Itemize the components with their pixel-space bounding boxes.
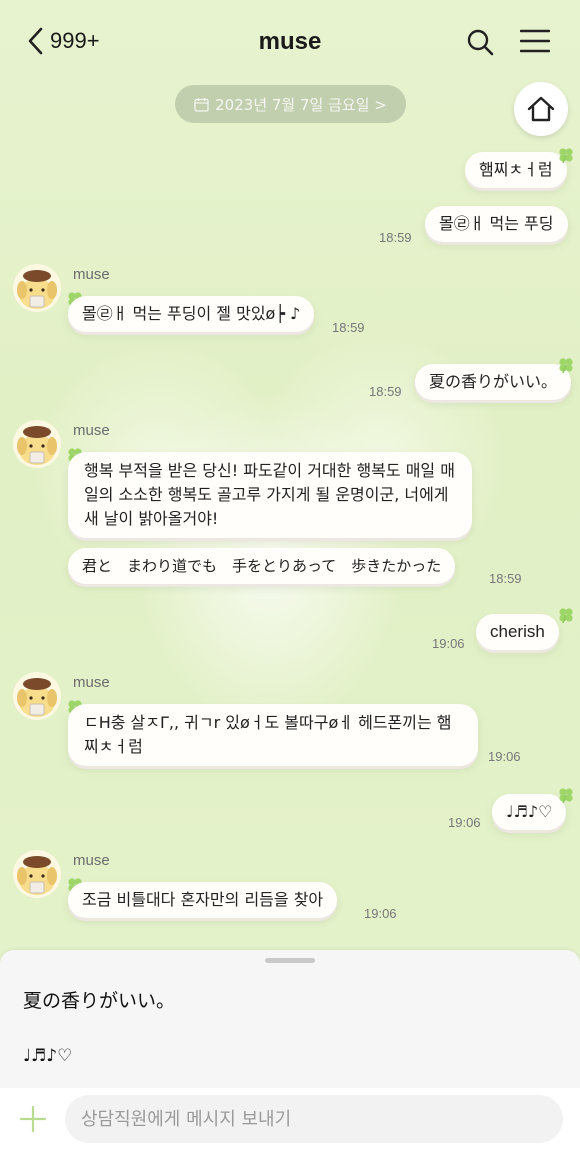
search-icon[interactable] — [466, 28, 494, 56]
message-bubble-outgoing[interactable]: 夏の香りがいい。 — [415, 364, 572, 400]
clover-icon — [559, 608, 573, 624]
sender-name: muse — [73, 674, 110, 691]
date-label: 2023년 7월 7일 금요일 > — [215, 95, 387, 114]
home-icon — [527, 96, 555, 122]
message-time: 18:59 — [379, 230, 412, 245]
date-divider[interactable]: 2023년 7월 7일 금요일 > — [175, 85, 406, 123]
message-bubble-incoming[interactable]: ㄷH충 살ㅈΓ,, 귀ㄱr 있øㅓ도 볼따구øㅔ 헤드폰끼는 햄찌ㅊㅓ럼 — [68, 704, 478, 766]
avatar[interactable] — [13, 264, 61, 312]
plus-icon[interactable] — [20, 1106, 46, 1132]
drag-handle[interactable] — [265, 958, 315, 963]
message-bubble-outgoing[interactable]: 몰㉣ㅐ 먹는 푸딩 — [425, 206, 568, 242]
avatar[interactable] — [13, 850, 61, 898]
sender-name: muse — [73, 852, 110, 869]
sender-name: muse — [73, 266, 110, 283]
message-bubble-outgoing[interactable]: 햄찌ㅊㅓ럼 — [465, 152, 567, 188]
chat-header: 999+ muse — [0, 0, 580, 82]
message-bubble-incoming[interactable]: 행복 부적을 받은 당신! 파도같이 거대한 행복도 매일 매일의 소소한 행복… — [68, 452, 472, 538]
message-bubble-outgoing[interactable]: cherish — [476, 614, 559, 650]
message-time: 18:59 — [332, 320, 365, 335]
message-bubble-incoming[interactable]: 조금 비틀대다 혼자만의 리듬을 찾아 — [68, 882, 338, 918]
clover-icon — [559, 148, 573, 164]
message-bubble-outgoing[interactable]: ♩♬♪♡ — [492, 794, 567, 830]
message-time: 19:06 — [364, 906, 397, 921]
sender-name: muse — [73, 422, 110, 439]
pudding-dog-avatar-icon — [13, 672, 61, 720]
preview-line: ♩♬♪♡ — [23, 1046, 73, 1066]
calendar-icon — [194, 97, 209, 112]
message-input[interactable] — [65, 1095, 563, 1143]
pudding-dog-avatar-icon — [13, 420, 61, 468]
home-button[interactable] — [514, 82, 568, 136]
message-time: 19:06 — [488, 749, 521, 764]
avatar[interactable] — [13, 420, 61, 468]
menu-icon[interactable] — [520, 29, 550, 53]
message-time: 19:06 — [448, 815, 481, 830]
clover-icon — [559, 358, 573, 374]
message-time: 18:59 — [369, 384, 402, 399]
message-bubble-incoming[interactable]: 君と まわり道でも 手をとりあって 歩きたかった — [68, 548, 456, 584]
preview-line: 夏の香りがいい。 — [23, 990, 176, 1012]
message-time: 18:59 — [489, 571, 522, 586]
message-bubble-incoming[interactable]: 몰㉣ㅐ 먹는 푸딩이 젤 맛있ø┝ ♪ — [68, 296, 315, 332]
avatar[interactable] — [13, 672, 61, 720]
pudding-dog-avatar-icon — [13, 850, 61, 898]
message-time: 19:06 — [432, 636, 465, 651]
pudding-dog-avatar-icon — [13, 264, 61, 312]
clover-icon — [559, 788, 573, 804]
